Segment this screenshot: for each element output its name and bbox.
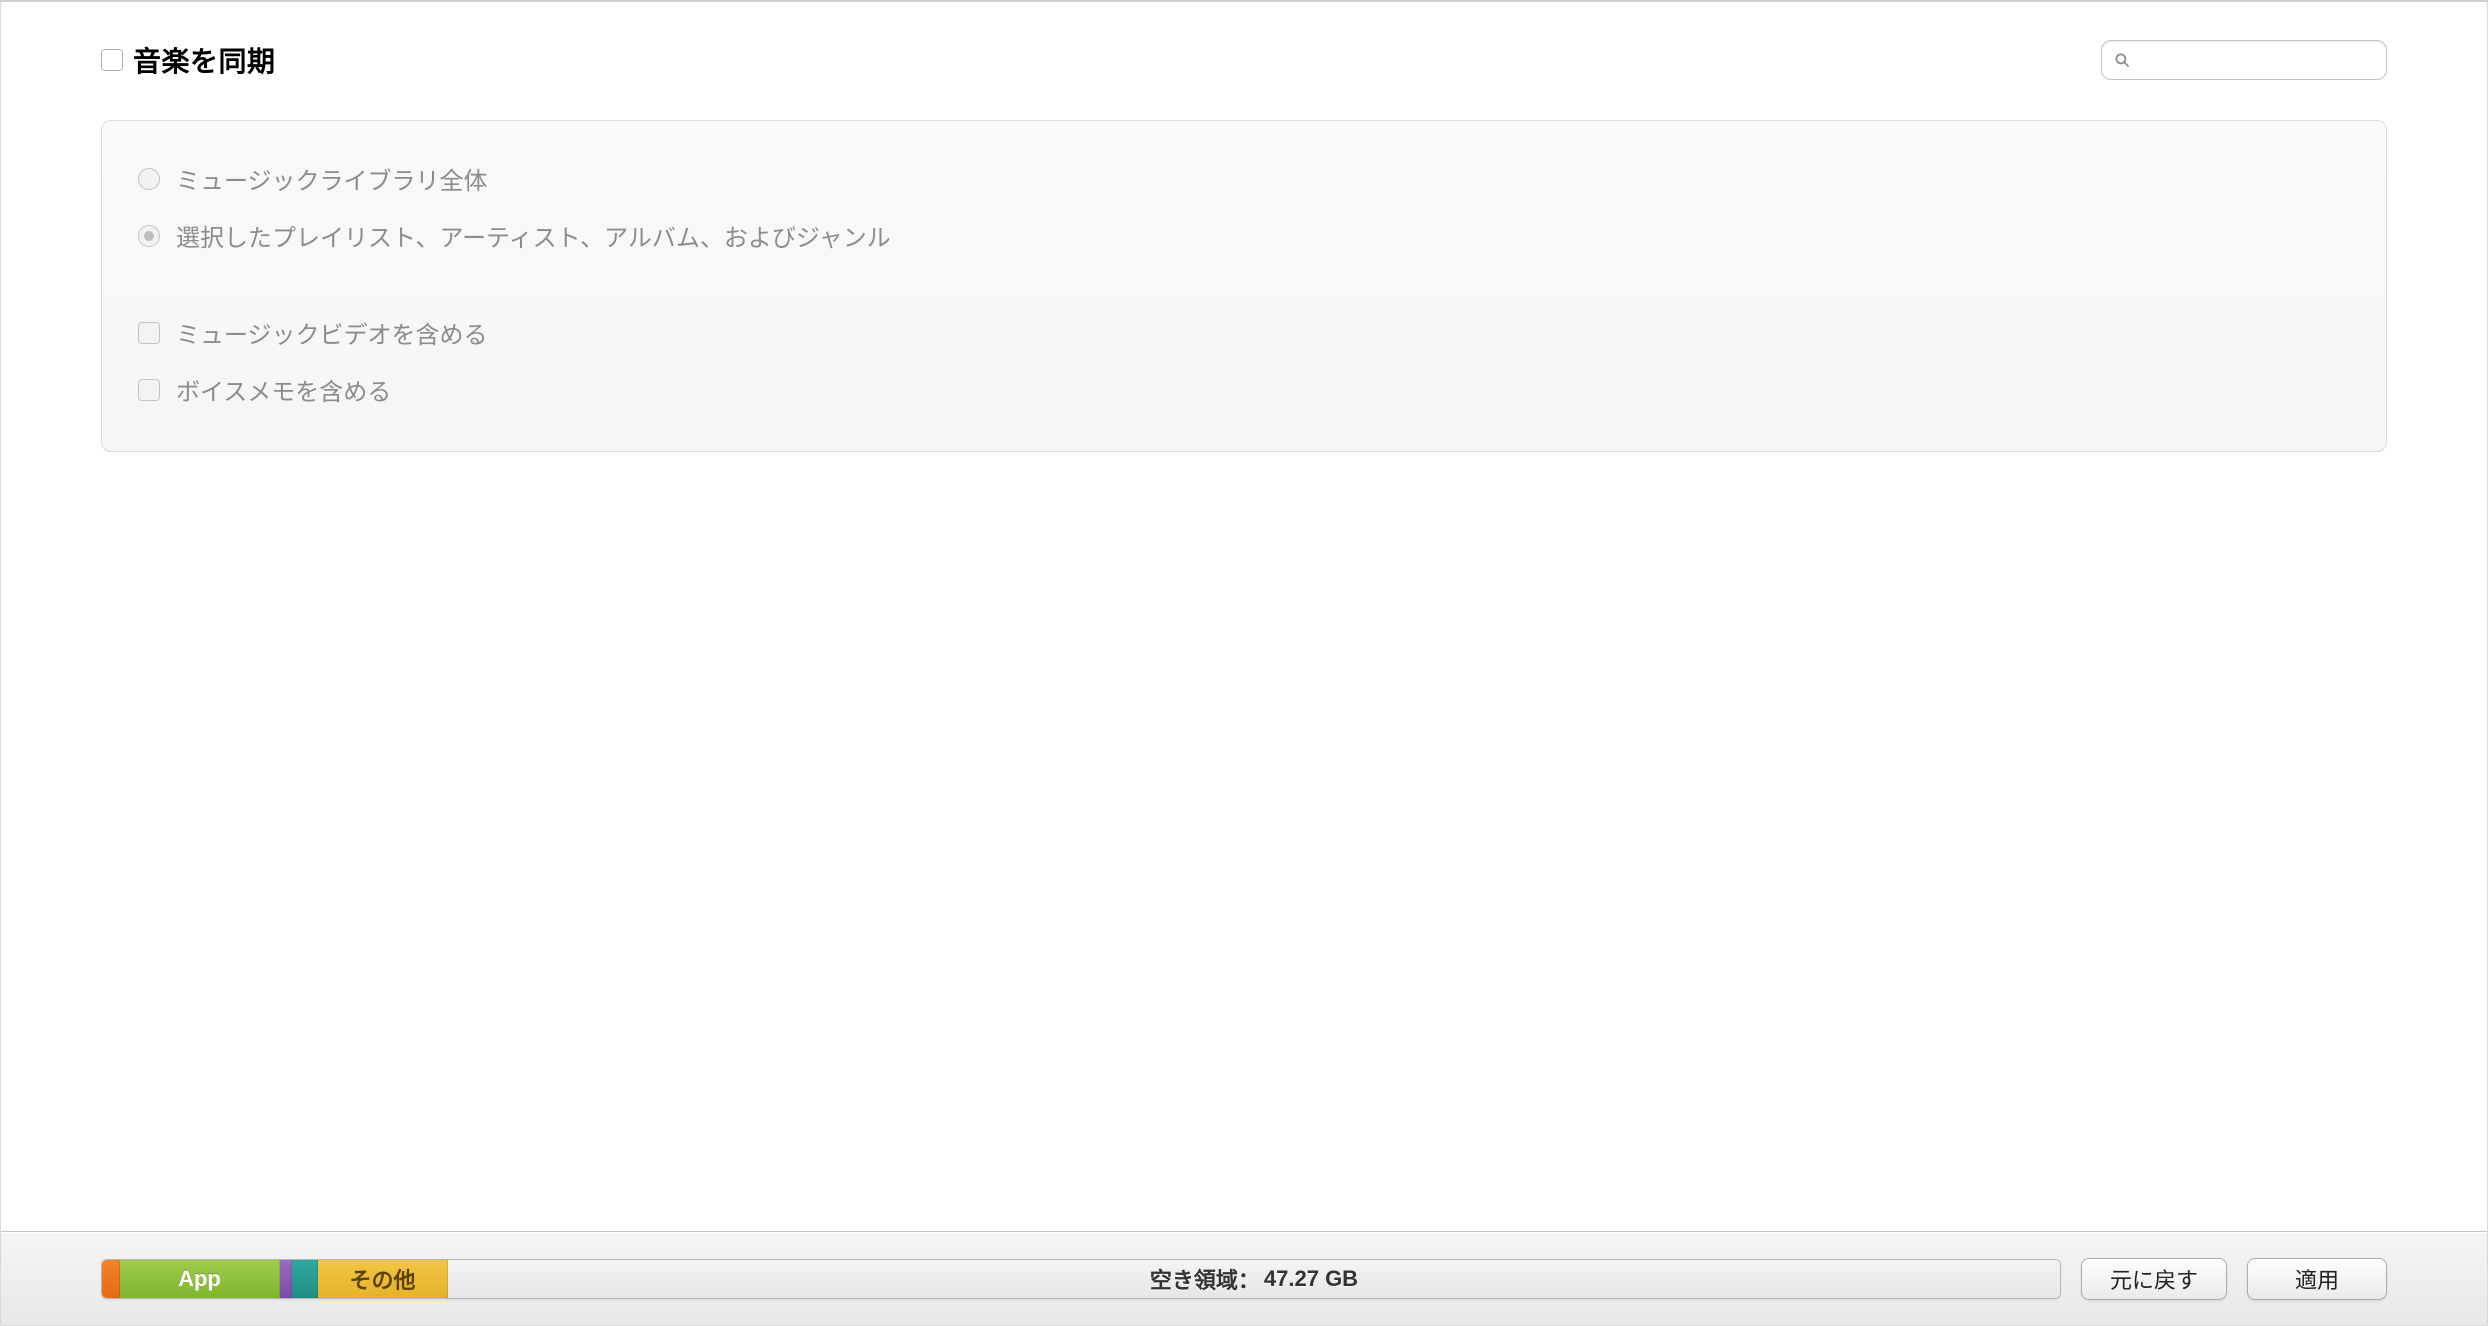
header-left: 音楽を同期 [101,40,276,80]
search-input[interactable] [2101,40,2387,80]
checkbox-include-voice-memos[interactable] [138,379,160,401]
capacity-segment-free: 空き領域： 47.27 GB [448,1260,2060,1298]
search-icon [2113,51,2131,69]
radio-entire-library-label: ミュージックライブラリ全体 [176,161,488,196]
checkbox-include-music-videos-label: ミュージックビデオを含める [176,315,488,350]
capacity-free-label: 空き領域： [1150,1263,1260,1295]
apply-button-label: 適用 [2295,1263,2339,1295]
capacity-segment-audio [102,1260,120,1298]
radio-selected-items[interactable] [138,225,160,247]
header-row: 音楽を同期 [101,40,2387,80]
apply-button[interactable]: 適用 [2247,1258,2387,1300]
options-panel: ミュージックライブラリ全体 選択したプレイリスト、アーティスト、アルバム、および… [101,120,2387,452]
capacity-free-value: 47.27 GB [1264,1266,1358,1292]
radio-selected-items-label: 選択したプレイリスト、アーティスト、アルバム、およびジャンル [176,218,891,253]
checkbox-voice-memos-row[interactable]: ボイスメモを含める [138,372,2350,407]
capacity-segment-app-label: App [178,1266,221,1292]
revert-button-label: 元に戻す [2110,1263,2198,1295]
bottom-bar: App その他 空き領域： 47.27 GB 元に戻す 適用 [1,1231,2487,1325]
content-area: 音楽を同期 ミュージックライブラリ全体 選択したプレイリスト、アーティス [1,2,2487,1231]
window: 音楽を同期 ミュージックライブラリ全体 選択したプレイリスト、アーティス [0,0,2488,1326]
radio-entire-library[interactable] [138,168,160,190]
search-wrap [2101,40,2387,80]
capacity-segment-other: その他 [318,1260,448,1298]
sync-music-checkbox[interactable] [101,49,123,71]
section-gap [138,275,2350,315]
checkbox-include-voice-memos-label: ボイスメモを含める [176,372,391,407]
revert-button[interactable]: 元に戻す [2081,1258,2227,1300]
radio-selected-items-row[interactable]: 選択したプレイリスト、アーティスト、アルバム、およびジャンル [138,218,2350,253]
capacity-segment-purple [280,1260,292,1298]
capacity-bar[interactable]: App その他 空き領域： 47.27 GB [101,1259,2061,1299]
capacity-segment-teal [292,1260,318,1298]
capacity-segment-other-label: その他 [349,1263,415,1295]
checkbox-music-videos-row[interactable]: ミュージックビデオを含める [138,315,2350,350]
radio-entire-library-row[interactable]: ミュージックライブラリ全体 [138,161,2350,196]
capacity-segment-app: App [120,1260,280,1298]
checkbox-include-music-videos[interactable] [138,322,160,344]
page-title: 音楽を同期 [133,40,276,80]
